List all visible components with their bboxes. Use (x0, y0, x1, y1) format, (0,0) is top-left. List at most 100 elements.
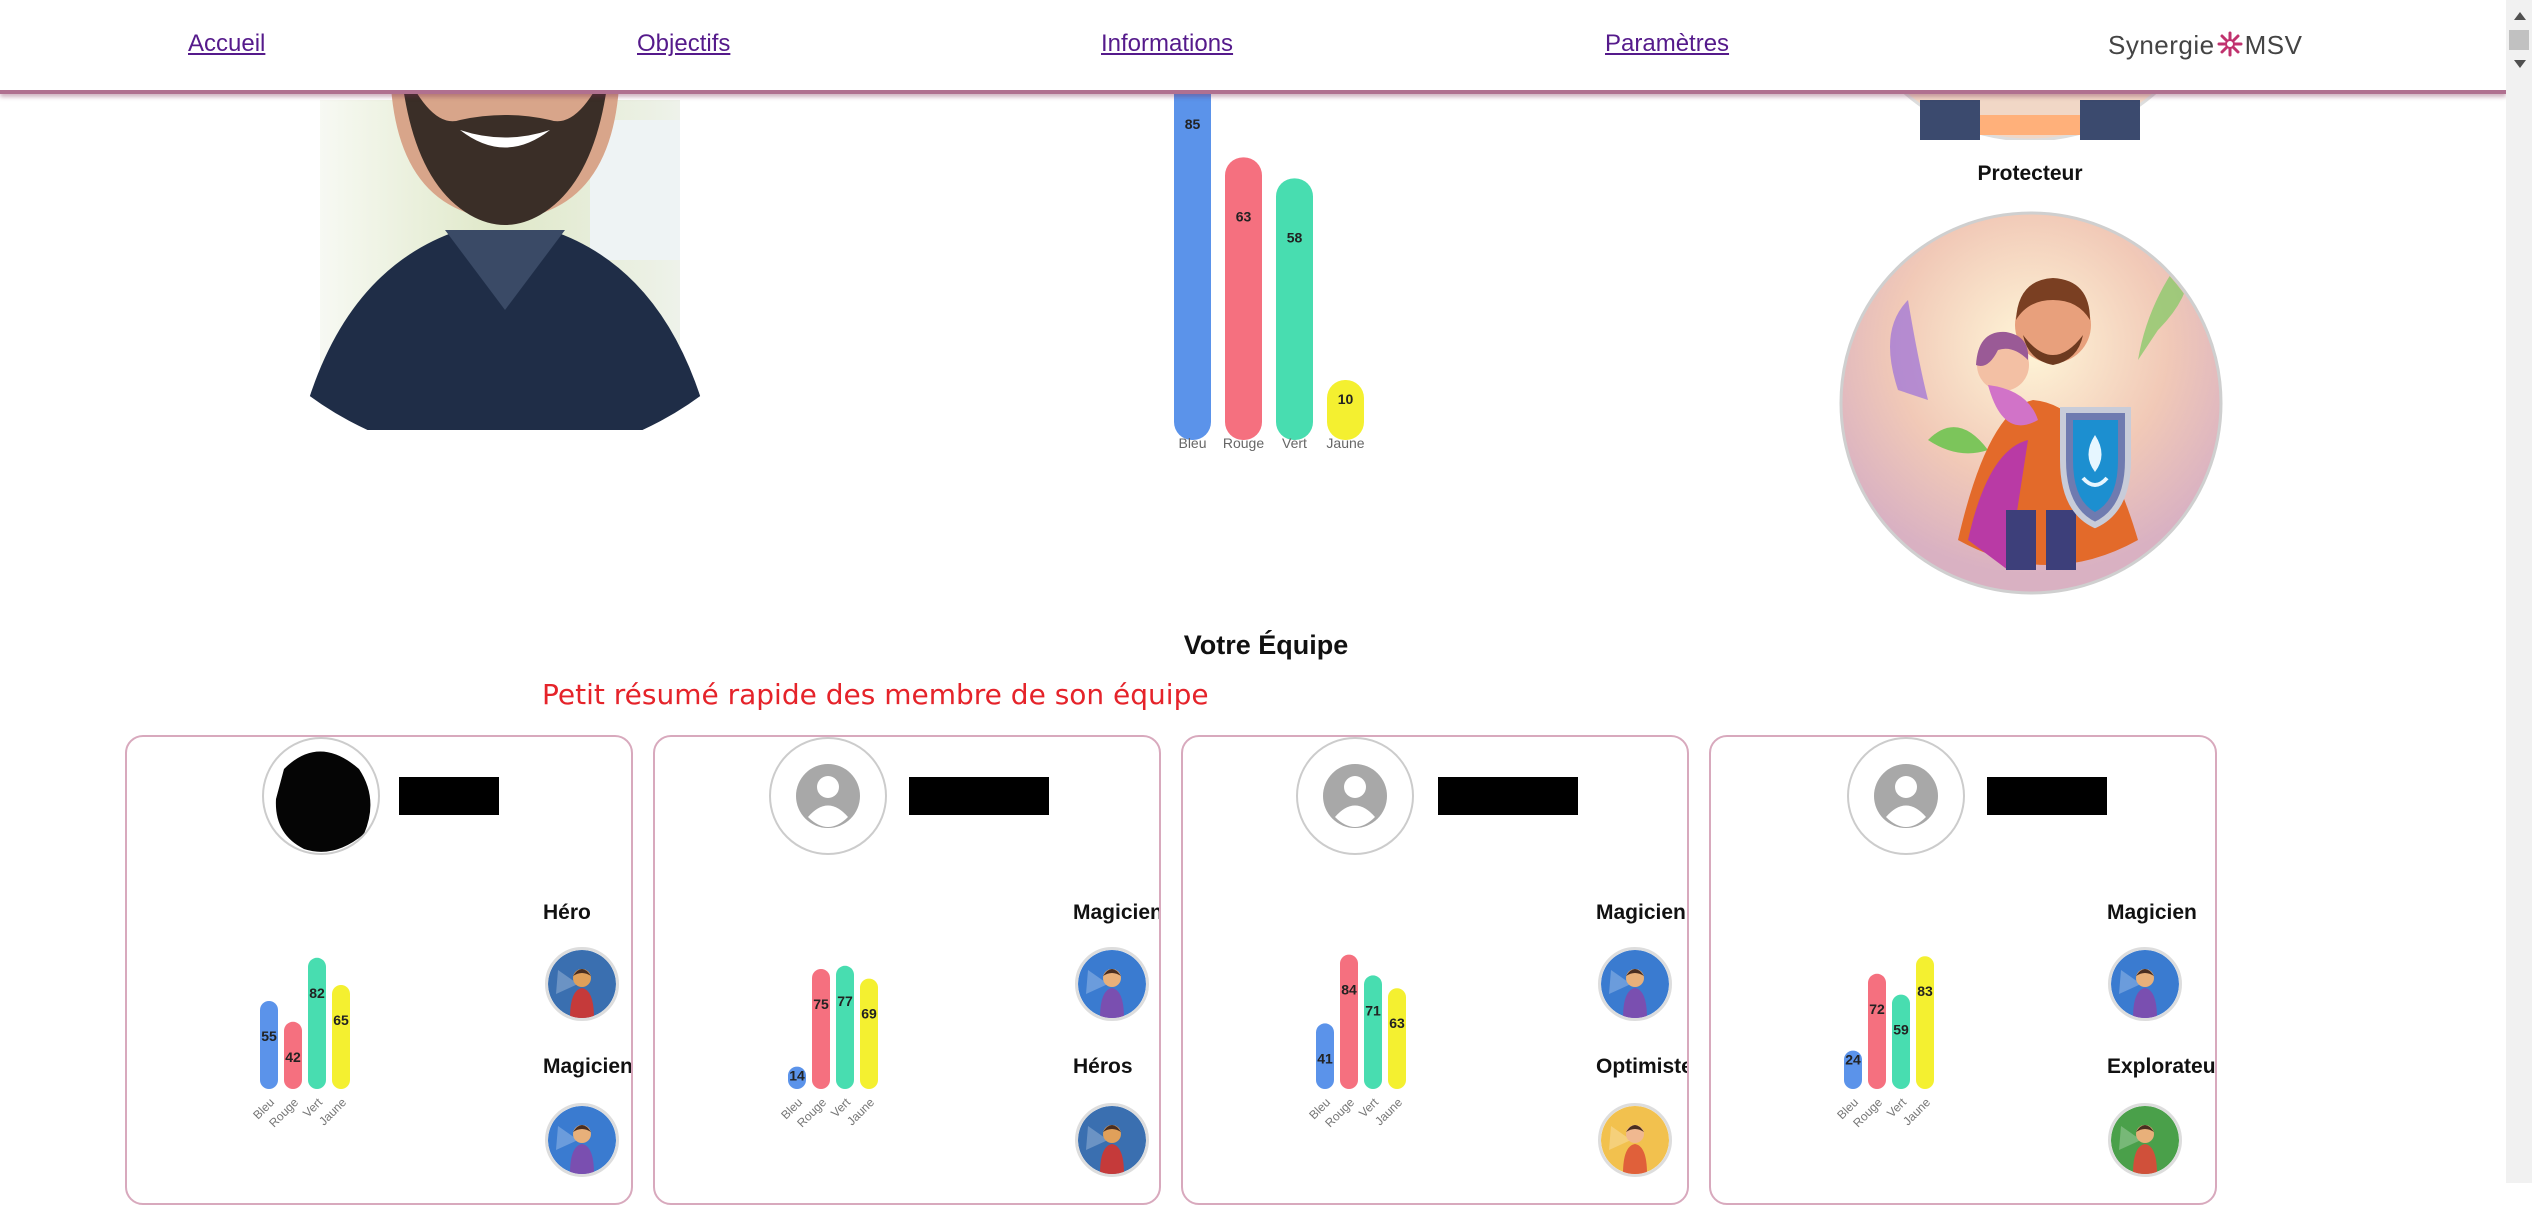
chart-bar-vert (308, 957, 326, 1089)
member-name-redacted (399, 777, 499, 815)
chart-value-label: 42 (285, 1049, 301, 1065)
scroll-up-arrow-icon[interactable] (2514, 12, 2526, 20)
role-icon-illustration (2111, 1106, 2179, 1174)
team-member-card[interactable]: 55 Bleu 42 Rouge 82 Vert 65 Jaune Héro Magicien (125, 735, 633, 1205)
chart-bar-jaune (1327, 380, 1364, 440)
chart-value-label: 77 (837, 993, 853, 1009)
member-color-chart: 55Bleu42Rouge82Vert65Jaune (252, 957, 350, 1130)
chart-value-label: 84 (1341, 982, 1357, 998)
member-avatar-default (769, 737, 887, 855)
member-role-1: Magicien (2107, 901, 2197, 924)
top-navbar: Accueil Objectifs Informations Paramètre… (0, 0, 2506, 94)
magician-icon (1598, 947, 1672, 1021)
role-icon-illustration (1601, 1106, 1669, 1174)
member-role-2: Héros (1073, 1055, 1133, 1078)
member-color-chart: 41Bleu84Rouge71Vert63Jaune (1308, 954, 1406, 1130)
chart-bar-jaune (1388, 988, 1406, 1089)
chart-value-label: 63 (1236, 208, 1252, 224)
member-role-2: Optimiste (1596, 1055, 1689, 1078)
role-icon-illustration (1078, 950, 1146, 1018)
chart-bar-vert (836, 965, 854, 1089)
chart-value-label: 71 (1365, 1002, 1381, 1018)
page-scrollbar[interactable] (2506, 0, 2532, 1183)
chart-value-label: 83 (1917, 983, 1933, 999)
chart-bar-rouge (1225, 157, 1262, 440)
optimist-icon (1598, 1103, 1672, 1177)
nav-link-parametres[interactable]: Paramètres (1605, 30, 1729, 58)
archetype-label: Protecteur (1977, 162, 2083, 185)
chart-tick-label: Jaune (1326, 435, 1364, 451)
member-role-2: Explorateur (2107, 1055, 2217, 1078)
main-color-chart: 85 Bleu 63 Rouge 58 Vert 10 Jaune (1174, 65, 1365, 451)
chart-value-label: 72 (1869, 1001, 1885, 1017)
chart-value-label: 59 (1893, 1022, 1909, 1038)
member-avatar-default (1847, 737, 1965, 855)
team-member-card[interactable]: 14 Bleu 75 Rouge 77 Vert 69 Jaune Magicien Héro… (653, 735, 1161, 1205)
nav-link-objectifs[interactable]: Objectifs (637, 30, 730, 58)
chart-tick-label: Jaune (316, 1095, 349, 1128)
chart-value-label: 14 (789, 1068, 805, 1084)
chart-tick-label: Jaune (1900, 1095, 1933, 1128)
member-color-chart: 14Bleu75Rouge77Vert69Jaune (780, 965, 878, 1130)
user-avatar-icon (1323, 764, 1387, 828)
chart-value-label: 75 (813, 996, 829, 1012)
member-avatar-photo (262, 737, 380, 855)
nav-link-accueil[interactable]: Accueil (188, 30, 265, 58)
chart-tick-label: Bleu (1178, 435, 1206, 451)
chart-tick-label: Rouge (1223, 435, 1264, 451)
chart-tick-label: Jaune (1372, 1095, 1405, 1128)
member-name-redacted (1438, 777, 1578, 815)
chart-value-label: 24 (1845, 1052, 1861, 1068)
member-role-2: Magicien (543, 1055, 633, 1078)
brand-name-right: MSV (2244, 30, 2303, 60)
chart-bar-bleu (260, 1001, 278, 1089)
member-role-1: Héro (543, 901, 591, 924)
role-icon-illustration (2111, 950, 2179, 1018)
role-icon-illustration (1601, 950, 1669, 1018)
chart-value-label: 69 (861, 1006, 877, 1022)
brand-name-left: Synergie (2108, 30, 2215, 60)
chart-bar-jaune (860, 978, 878, 1089)
chart-value-label: 82 (309, 985, 325, 1001)
hero-icon (545, 947, 619, 1021)
chart-bar-vert (1892, 994, 1910, 1089)
scroll-down-arrow-icon[interactable] (2514, 60, 2526, 68)
team-member-card[interactable]: 24 Bleu 72 Rouge 59 Vert 83 Jaune Magicien Expl… (1709, 735, 2217, 1205)
nav-link-informations[interactable]: Informations (1101, 30, 1233, 58)
chart-bar-vert (1276, 178, 1313, 440)
member-avatar-default (1296, 737, 1414, 855)
chart-value-label: 10 (1338, 391, 1354, 407)
team-summary-note: Petit résumé rapide des membre de son éq… (542, 678, 1209, 711)
user-avatar-icon (1874, 764, 1938, 828)
member-role-1: Magicien (1073, 901, 1161, 924)
chart-bar-vert (1364, 975, 1382, 1089)
chart-value-label: 85 (1185, 116, 1201, 132)
team-section-title: Votre Équipe (1183, 630, 1349, 660)
magician-icon (545, 1103, 619, 1177)
magician-icon (2108, 947, 2182, 1021)
magician-icon (1075, 947, 1149, 1021)
hero-icon (1075, 1103, 1149, 1177)
team-member-card[interactable]: 41 Bleu 84 Rouge 71 Vert 63 Jaune Magicien Opti… (1181, 735, 1689, 1205)
chart-bar-rouge (812, 969, 830, 1089)
chart-value-label: 65 (333, 1012, 349, 1028)
role-icon-illustration (548, 950, 616, 1018)
brand-emblem-icon (2217, 31, 2243, 57)
chart-tick-label: Vert (1282, 435, 1307, 451)
chart-bar-jaune (1916, 956, 1934, 1089)
chart-bar-rouge (1340, 954, 1358, 1089)
chart-value-label: 63 (1389, 1015, 1405, 1031)
explorer-icon (2108, 1103, 2182, 1177)
protector-avatar-image (1839, 211, 2223, 595)
member-photo-image (275, 751, 371, 852)
role-icon-illustration (548, 1106, 616, 1174)
brand-logo[interactable]: Synergie MSV (2108, 30, 2302, 61)
role-icon-illustration (1078, 1106, 1146, 1174)
member-role-1: Magicien (1596, 901, 1686, 924)
profile-photo (260, 40, 750, 430)
member-name-redacted (1987, 777, 2107, 815)
scrollbar-thumb[interactable] (2509, 30, 2529, 50)
user-avatar-icon (796, 764, 860, 828)
member-color-chart: 24Bleu72Rouge59Vert83Jaune (1836, 956, 1934, 1130)
chart-value-label: 41 (1317, 1050, 1333, 1066)
